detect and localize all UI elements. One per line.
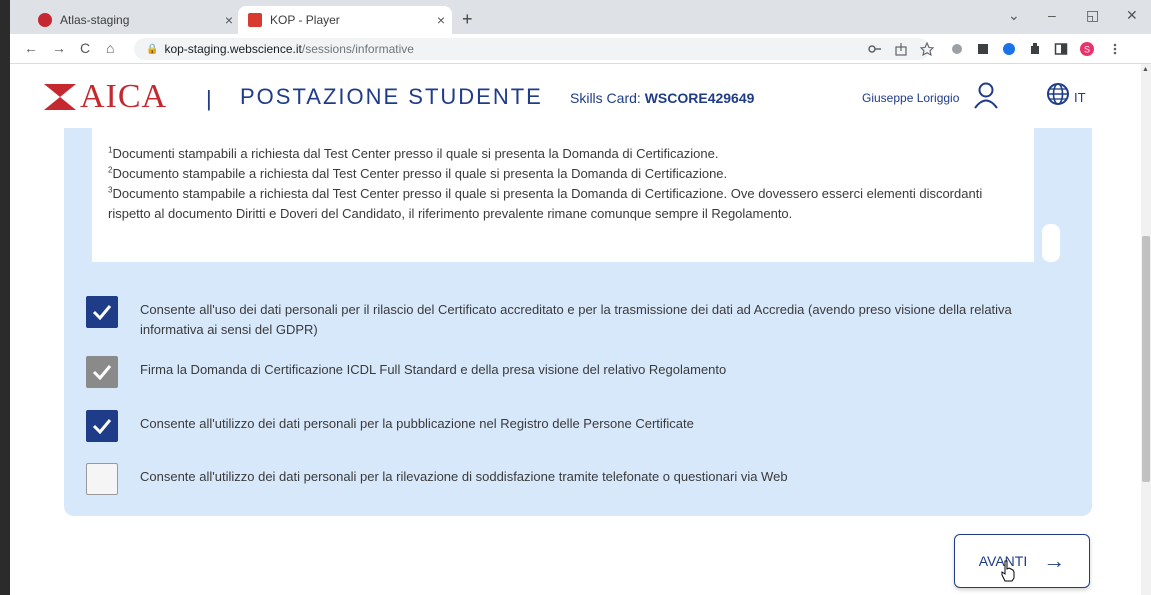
back-button[interactable]: ← — [24, 40, 38, 56]
forward-button[interactable]: → — [52, 40, 66, 56]
window-frame — [0, 0, 10, 595]
consent-label: Consente all'utilizzo dei dati personali… — [140, 416, 694, 431]
address-bar[interactable]: 🔒 kop-staging.webscience.it/sessions/inf… — [134, 38, 930, 60]
skills-card-value: WSCORE429649 — [644, 90, 755, 106]
consent-label: Firma la Domanda di Certificazione ICDL … — [140, 362, 727, 377]
extension-hand-icon[interactable] — [950, 42, 964, 56]
checkmark-icon — [92, 365, 112, 380]
scroll-up-arrow-icon[interactable]: ▲ — [1142, 66, 1149, 73]
atlas-favicon-icon — [38, 13, 52, 27]
browser-tab-strip: Atlas-staging × KOP - Player × + ⌄ – ◱ ✕ — [10, 0, 1151, 34]
header-separator: | — [206, 86, 212, 111]
aica-logo-text: AICA — [80, 78, 168, 115]
extension-square-icon[interactable] — [976, 42, 990, 56]
url-path: /sessions/informative — [301, 42, 414, 56]
side-panel-icon[interactable] — [1054, 42, 1068, 56]
main-content: 1Documenti stampabili a richiesta dal Te… — [10, 128, 1141, 595]
reload-button[interactable]: C — [80, 40, 90, 56]
aica-logo-mark-icon — [44, 84, 76, 110]
tab-label: Atlas-staging — [60, 13, 130, 27]
user-name[interactable]: Giuseppe Loriggio — [862, 91, 959, 105]
profile-avatar-icon[interactable]: S — [1080, 42, 1094, 56]
consent-row[interactable]: Firma la Domanda di Certificazione ICDL … — [86, 356, 1020, 388]
globe-icon[interactable] — [1046, 82, 1070, 106]
next-button[interactable]: AVANTI → — [954, 534, 1090, 588]
tab-search-icon[interactable]: ⌄ — [1008, 7, 1020, 24]
browser-menu-icon[interactable] — [1108, 42, 1122, 56]
tab-atlas-staging[interactable]: Atlas-staging × — [28, 6, 240, 34]
checkmark-icon — [92, 305, 112, 320]
footnotes-box: 1Documenti stampabili a richiesta dal Te… — [92, 128, 1034, 262]
consent-checkbox[interactable] — [86, 296, 118, 328]
extensions-puzzle-icon[interactable] — [1028, 42, 1042, 56]
consent-checkbox[interactable] — [86, 410, 118, 442]
tab-close-icon[interactable]: × — [430, 12, 452, 28]
home-button[interactable]: ⌂ — [106, 40, 114, 56]
minimize-button[interactable]: – — [1048, 7, 1056, 23]
tab-label: KOP - Player — [270, 13, 340, 27]
user-icon[interactable] — [972, 81, 1000, 109]
notes-scrollbar-thumb[interactable] — [1042, 224, 1060, 262]
svg-text:S: S — [1084, 45, 1090, 55]
consent-row[interactable]: Consente all'utilizzo dei dati personali… — [86, 463, 1020, 495]
extension-circle-icon[interactable] — [1002, 42, 1016, 56]
footnote: 2Documento stampabile a richiesta dal Te… — [108, 165, 728, 181]
hand-cursor-icon — [1001, 560, 1015, 582]
language-selector[interactable]: IT — [1074, 90, 1086, 105]
page-scrollbar[interactable]: ▲ — [1141, 64, 1151, 595]
skills-card-info: Skills Card: WSCORE429649 — [570, 90, 754, 106]
consent-checkbox[interactable] — [86, 463, 118, 495]
consent-row[interactable]: Consente all'uso dei dati personali per … — [86, 296, 1020, 340]
tab-kop-player[interactable]: KOP - Player × — [238, 6, 452, 34]
consent-label: Consente all'uso dei dati personali per … — [140, 302, 1012, 337]
url-host: kop-staging.webscience.it — [164, 42, 302, 56]
consent-row[interactable]: Consente all'utilizzo dei dati personali… — [86, 410, 1020, 442]
close-window-button[interactable]: ✕ — [1126, 7, 1138, 24]
consent-label: Consente all'utilizzo dei dati personali… — [140, 469, 788, 484]
footnote: 3Documento stampabile a richiesta dal Te… — [108, 185, 983, 221]
restore-button[interactable]: ◱ — [1086, 7, 1099, 24]
aica-logo[interactable]: AICA — [44, 78, 167, 116]
aica-favicon-icon — [248, 13, 262, 27]
new-tab-button[interactable]: + — [462, 9, 473, 30]
skills-card-label: Skills Card: — [570, 90, 645, 106]
page-title: POSTAZIONE STUDENTE — [240, 84, 543, 109]
key-icon[interactable] — [868, 42, 882, 56]
footnote: 1Documenti stampabili a richiesta dal Te… — [108, 145, 719, 161]
arrow-right-icon: → — [1043, 548, 1066, 573]
share-icon[interactable] — [894, 42, 908, 56]
checkmark-icon — [92, 419, 112, 434]
tab-close-icon[interactable]: × — [218, 12, 240, 28]
browser-toolbar: ← → C ⌂ 🔒 kop-staging.webscience.it/sess… — [10, 34, 1151, 64]
app-header: AICA | POSTAZIONE STUDENTE Skills Card: … — [10, 64, 1141, 128]
informative-panel: 1Documenti stampabili a richiesta dal Te… — [64, 128, 1092, 516]
lock-icon: 🔒 — [146, 43, 159, 55]
page-scrollbar-thumb[interactable] — [1142, 236, 1150, 482]
consent-checkbox-disabled[interactable] — [86, 356, 118, 388]
bookmark-star-icon[interactable] — [920, 42, 934, 56]
